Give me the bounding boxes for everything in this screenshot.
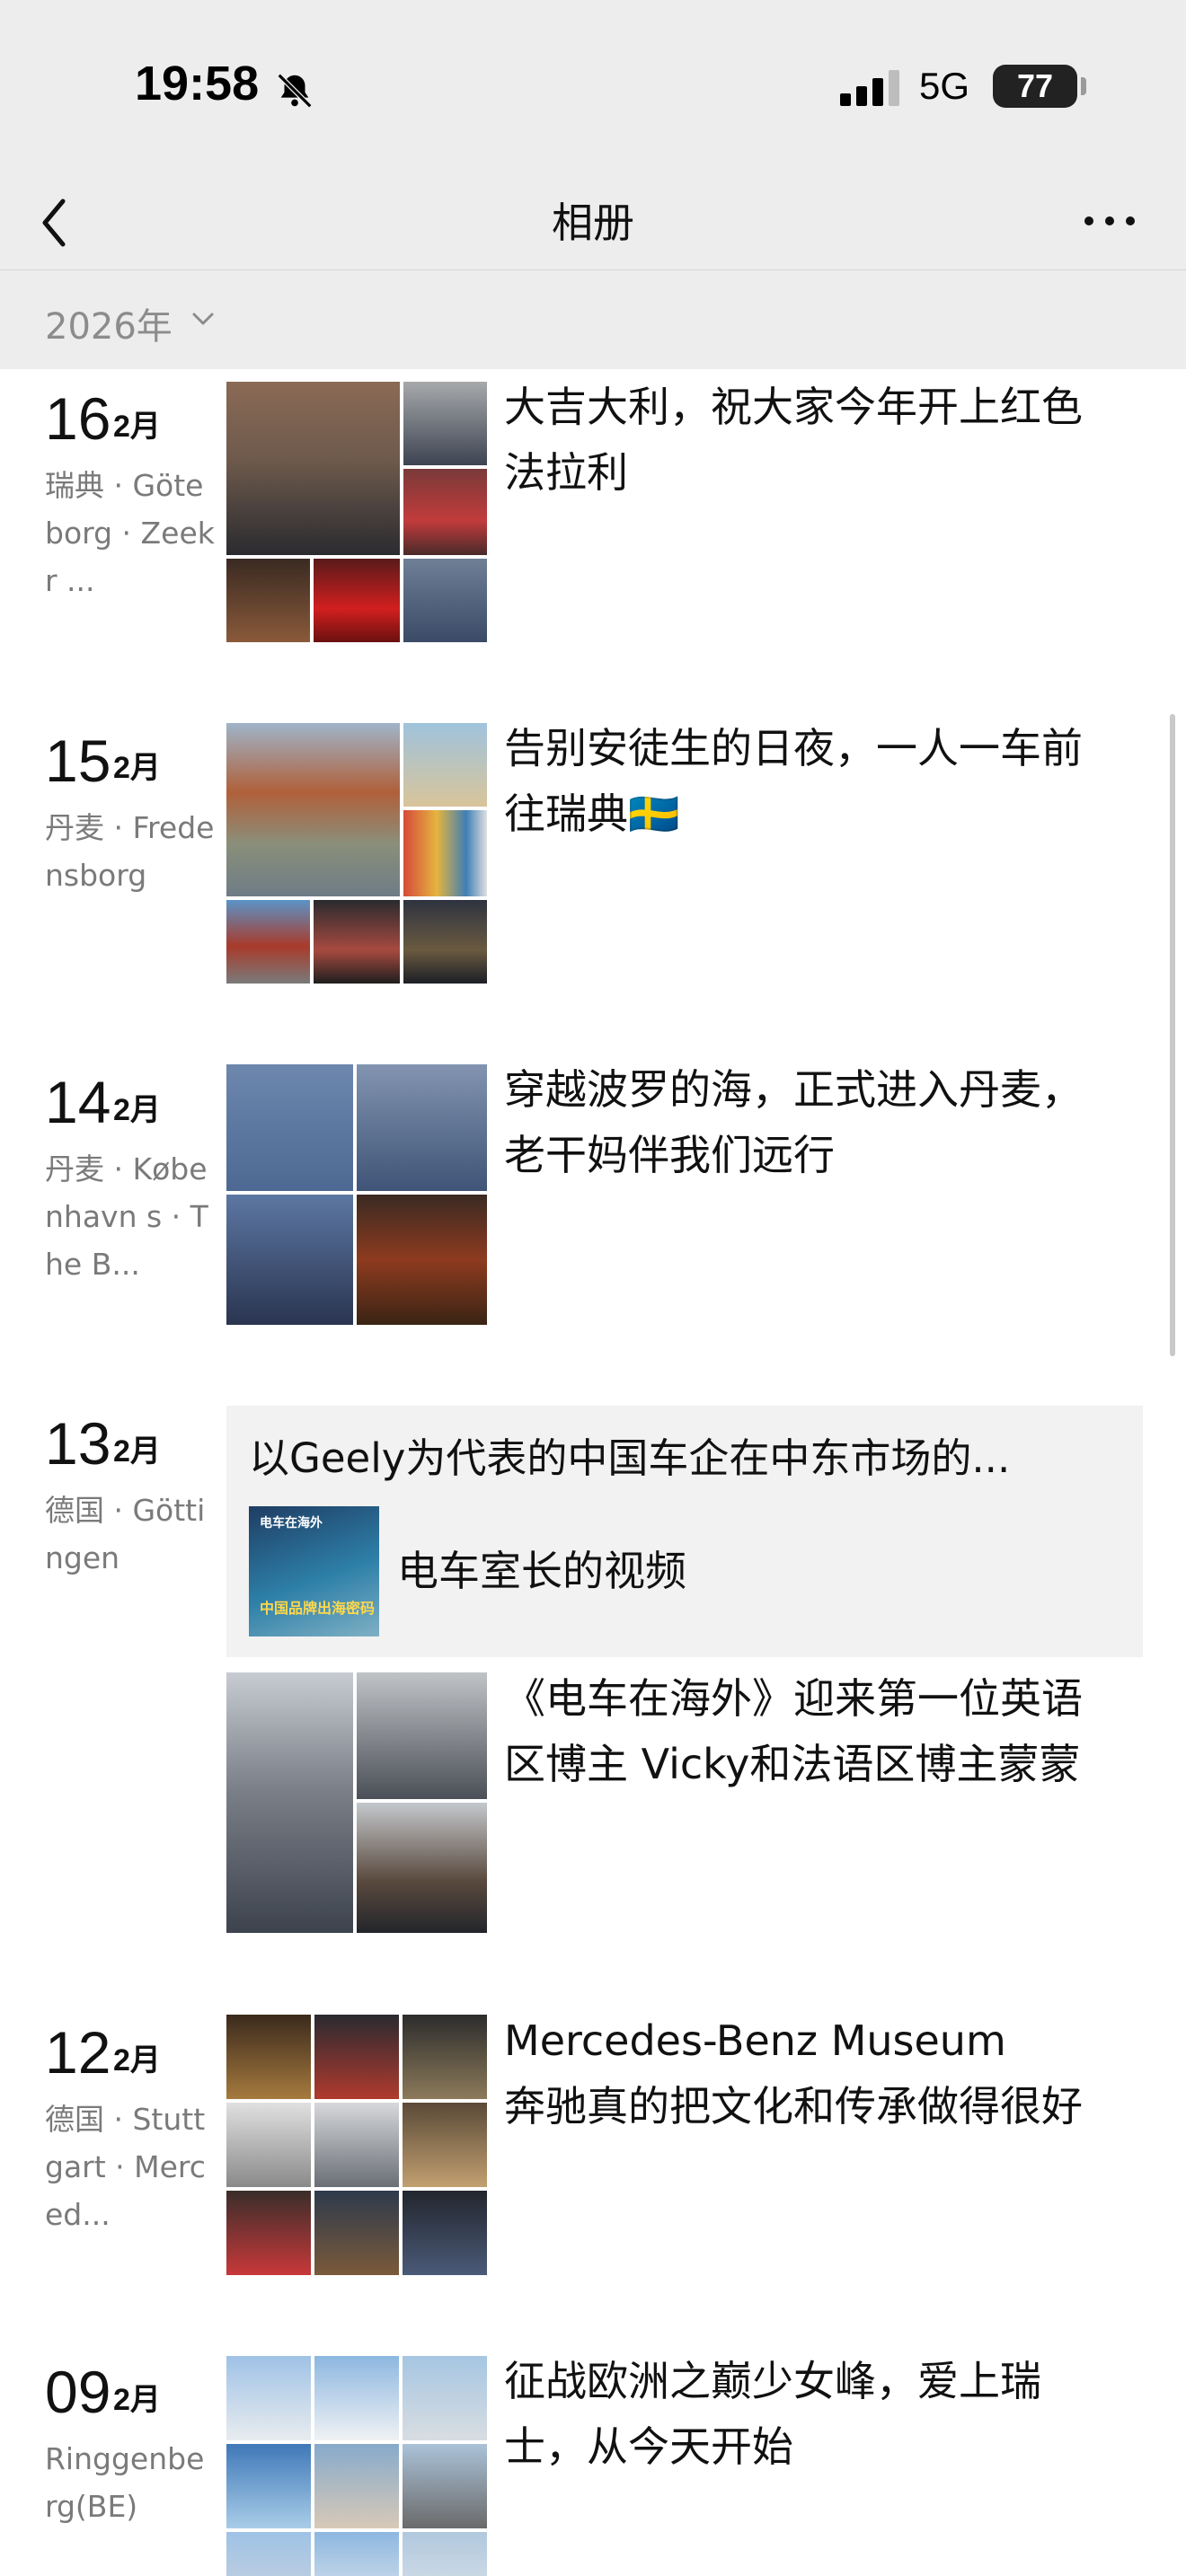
photo-thumb[interactable] bbox=[403, 382, 487, 465]
photo-thumb[interactable] bbox=[314, 2532, 399, 2576]
post-month: 2月 bbox=[113, 2383, 161, 2417]
post-caption: 《电车在海外》迎来第一位英语区博主 Vicky和法语区博主蒙蒙 bbox=[504, 1674, 1083, 1788]
post-day: 13 bbox=[45, 1410, 111, 1477]
photo-thumb[interactable] bbox=[226, 2532, 311, 2576]
photo-thumb[interactable] bbox=[403, 2444, 487, 2528]
photo-thumb[interactable] bbox=[314, 2444, 399, 2528]
nav-bar: 相册 bbox=[0, 171, 1186, 270]
photo-thumb[interactable] bbox=[403, 2103, 487, 2187]
post-caption: 大吉大利，祝大家今年开上红色法拉利 bbox=[504, 383, 1083, 497]
post-location: 丹麦 · Fredensborg bbox=[45, 810, 215, 893]
battery-level: 77 bbox=[993, 65, 1077, 108]
video-thumbnail-bottom-text: 中国品牌出海密码 bbox=[260, 1600, 376, 1617]
photo-thumb[interactable] bbox=[314, 900, 400, 984]
photo-thumb[interactable] bbox=[226, 559, 310, 642]
post-thumbnails[interactable] bbox=[226, 382, 487, 642]
post-location: 瑞典 · Göteborg · Zeekr ... bbox=[45, 468, 215, 598]
post-caption: 征战欧洲之巅少女峰，爱上瑞士，从今天开始 bbox=[504, 2357, 1041, 2471]
photo-thumb[interactable] bbox=[226, 382, 400, 555]
photo-thumb[interactable] bbox=[226, 2015, 311, 2099]
chevron-down-icon bbox=[192, 313, 214, 325]
post-thumbnails[interactable] bbox=[226, 723, 487, 984]
post-caption: 穿越波罗的海，正式进入丹麦，老干妈伴我们远行 bbox=[504, 1065, 1083, 1179]
photo-thumb[interactable] bbox=[314, 559, 400, 642]
post-month: 2月 bbox=[113, 410, 161, 444]
photo-thumb[interactable] bbox=[357, 1195, 487, 1325]
photo-thumb[interactable] bbox=[403, 2356, 487, 2440]
photo-thumb[interactable] bbox=[226, 2191, 311, 2275]
post-month: 2月 bbox=[113, 2043, 161, 2078]
photo-thumb[interactable] bbox=[403, 469, 487, 555]
post-location: 德国 · Stuttgart · Merced... bbox=[45, 2102, 206, 2232]
page-title: 相册 bbox=[552, 198, 634, 247]
photo-thumb[interactable] bbox=[357, 1064, 487, 1191]
photo-thumb[interactable] bbox=[403, 2015, 487, 2099]
post-day: 15 bbox=[45, 728, 111, 794]
battery-tip bbox=[1081, 77, 1086, 95]
photo-thumb[interactable] bbox=[403, 900, 487, 984]
video-thumbnail-top-text: 电车在海外 bbox=[260, 1516, 323, 1531]
photo-thumb[interactable] bbox=[314, 2191, 399, 2275]
photo-thumb[interactable] bbox=[226, 1672, 353, 1933]
post-thumbnails[interactable] bbox=[226, 1672, 487, 1933]
more-options-icon[interactable] bbox=[1078, 194, 1141, 248]
post-caption: Mercedes-Benz Museum 奔驰真的把文化和传承做得很好 bbox=[504, 2016, 1083, 2130]
post-day: 16 bbox=[45, 385, 111, 452]
year-filter[interactable]: 2026年 bbox=[0, 270, 1186, 369]
status-bar: 19:58 5G 77 bbox=[0, 0, 1186, 171]
scrollbar[interactable] bbox=[1170, 714, 1175, 1356]
video-thumbnail[interactable]: 电车在海外 中国品牌出海密码 bbox=[249, 1506, 379, 1636]
shared-video-title: 以Geely为代表的中国车企在中东市场的... bbox=[249, 1434, 1011, 1482]
post-thumbnails[interactable] bbox=[226, 1064, 487, 1325]
cellular-signal-icon bbox=[840, 70, 899, 106]
photo-thumb[interactable] bbox=[403, 559, 487, 642]
post-thumbnails[interactable] bbox=[226, 2356, 487, 2576]
post-day: 12 bbox=[45, 2019, 111, 2086]
post-location: Ringgenberg(BE) bbox=[45, 2441, 205, 2524]
photo-thumb[interactable] bbox=[226, 2356, 311, 2440]
photo-thumb[interactable] bbox=[226, 723, 400, 896]
post-thumbnails[interactable] bbox=[226, 2015, 487, 2275]
photo-thumb[interactable] bbox=[226, 900, 310, 984]
post-month: 2月 bbox=[113, 1434, 161, 1469]
photo-thumb[interactable] bbox=[403, 2532, 487, 2576]
post-location: 丹麦 · København s · The B... bbox=[45, 1151, 208, 1282]
bell-muted-icon bbox=[277, 73, 313, 109]
photo-thumb[interactable] bbox=[226, 1195, 353, 1325]
photo-thumb[interactable] bbox=[314, 2103, 399, 2187]
photo-thumb[interactable] bbox=[357, 1803, 487, 1933]
photo-thumb[interactable] bbox=[226, 1064, 353, 1191]
year-filter-label: 2026年 bbox=[45, 306, 173, 348]
photo-thumb[interactable] bbox=[357, 1672, 487, 1799]
photo-thumb[interactable] bbox=[226, 2103, 311, 2187]
photo-thumb[interactable] bbox=[314, 2356, 399, 2440]
photo-thumb[interactable] bbox=[403, 810, 487, 896]
photo-thumb[interactable] bbox=[403, 723, 487, 807]
post-day: 09 bbox=[45, 2359, 111, 2425]
post-caption: 告别安徒生的日夜，一人一车前往瑞典🇸🇪 bbox=[504, 724, 1083, 838]
post-day: 14 bbox=[45, 1069, 111, 1135]
video-author-label: 电车室长的视频 bbox=[397, 1547, 686, 1595]
post-month: 2月 bbox=[113, 1093, 161, 1127]
photo-thumb[interactable] bbox=[226, 2444, 311, 2528]
post-location: 德国 · Göttingen bbox=[45, 1493, 206, 1575]
post-month: 2月 bbox=[113, 751, 161, 785]
shared-video-card[interactable]: 以Geely为代表的中国车企在中东市场的... 电车在海外 中国品牌出海密码 电… bbox=[226, 1406, 1143, 1657]
status-time: 19:58 bbox=[135, 57, 260, 110]
photo-thumb[interactable] bbox=[403, 2191, 487, 2275]
network-type: 5G bbox=[919, 65, 970, 107]
photo-thumb[interactable] bbox=[314, 2015, 399, 2099]
